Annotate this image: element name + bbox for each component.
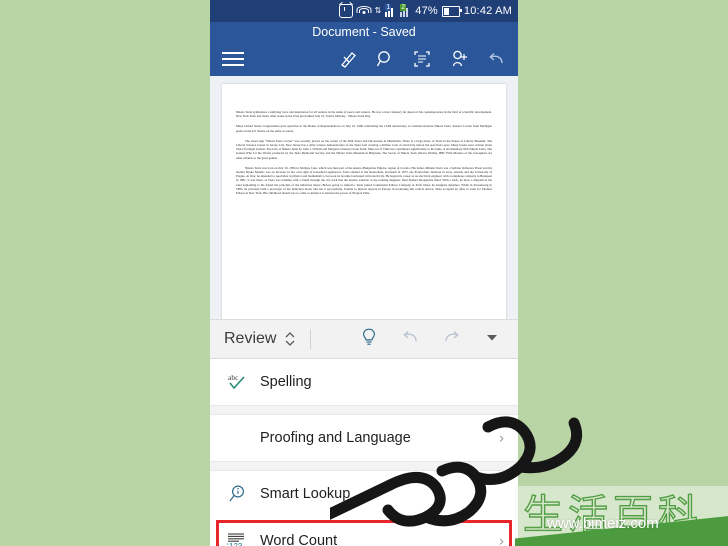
- search-icon[interactable]: [375, 49, 395, 69]
- menu-item-label: Spelling: [260, 374, 312, 390]
- signal-sim1-icon: 1: [385, 4, 396, 17]
- hamburger-icon[interactable]: [222, 52, 244, 66]
- status-bar-icons: ⇅ 1 2 47% 10:42 AM: [338, 4, 512, 18]
- menu-item-spelling[interactable]: abc Spelling: [210, 359, 518, 405]
- svg-text:abc: abc: [228, 373, 239, 382]
- phone-screen: ⇅ 1 2 47% 10:42 AM Document - Saved Niko…: [210, 0, 518, 546]
- status-bar: ⇅ 1 2 47% 10:42 AM: [210, 0, 518, 22]
- battery-icon: [441, 5, 462, 17]
- ribbon-tab-label[interactable]: Review: [224, 330, 276, 348]
- menu-item-label: Smart Lookup: [260, 486, 351, 502]
- wifi-icon: [356, 5, 372, 17]
- share-person-icon[interactable]: [449, 49, 469, 69]
- menu-separator: [210, 405, 518, 415]
- svg-text:123: 123: [229, 542, 243, 546]
- sim2-badge: 2: [400, 4, 407, 11]
- menu-separator: [210, 461, 518, 471]
- battery-percent-label: 47%: [415, 5, 438, 17]
- watermark-url: www.bimeiz.com: [547, 515, 659, 532]
- sim1-badge: 1: [385, 4, 392, 11]
- app-title-bar: Document - Saved: [210, 22, 518, 42]
- word-count-icon: 123: [224, 530, 250, 546]
- alarm-icon: [338, 4, 353, 18]
- document-paragraph: The street sign "Nikola Tesla Corner" wa…: [236, 138, 492, 160]
- watermark: 生活百科 www.bimeiz.com: [515, 486, 728, 546]
- signal-sim2-icon: 2: [400, 4, 411, 17]
- undo-icon[interactable]: [400, 327, 420, 352]
- menu-item-label: Proofing and Language: [260, 430, 411, 446]
- document-paragraph: Nikola Tesla symbolizes a unifying force…: [236, 110, 492, 119]
- app-toolbar: [210, 42, 518, 76]
- ribbon-divider: [310, 329, 312, 349]
- undo-icon[interactable]: [486, 49, 506, 69]
- chevron-right-icon: ›: [499, 429, 504, 447]
- menu-item-word-count[interactable]: 123 Word Count ›: [210, 518, 518, 546]
- data-transfer-icon: ⇅: [374, 6, 382, 15]
- document-paragraph: Nikola Tesla was born on July 10, 1856 i…: [236, 165, 493, 196]
- ribbon-bar: Review: [210, 319, 518, 359]
- ink-pen-icon[interactable]: [338, 49, 358, 69]
- ribbon-actions: [360, 327, 504, 352]
- menu-item-label: Word Count: [260, 533, 338, 546]
- review-menu-list: abc Spelling Proofing and Language › Sma…: [210, 359, 518, 546]
- chevron-right-icon: ›: [499, 532, 504, 546]
- clock-label: 10:42 AM: [463, 5, 512, 17]
- chevron-up-down-icon[interactable]: [284, 331, 296, 347]
- document-paragraph: Many United States Congressmen gave spee…: [236, 124, 492, 133]
- document-title: Document - Saved: [312, 25, 416, 39]
- document-canvas[interactable]: Nikola Tesla symbolizes a unifying force…: [210, 76, 518, 319]
- document-page[interactable]: Nikola Tesla symbolizes a unifying force…: [222, 84, 506, 319]
- magnifier-info-icon: [224, 483, 250, 505]
- menu-item-proofing-and-language[interactable]: Proofing and Language ›: [210, 415, 518, 461]
- redo-icon[interactable]: [442, 327, 462, 352]
- lightbulb-icon[interactable]: [360, 327, 378, 352]
- caret-down-icon[interactable]: [484, 329, 500, 350]
- toolbar-actions: [338, 49, 506, 69]
- abc-spellcheck-icon: abc: [224, 371, 250, 393]
- reading-view-icon[interactable]: [412, 49, 432, 69]
- menu-item-smart-lookup[interactable]: Smart Lookup: [210, 471, 518, 517]
